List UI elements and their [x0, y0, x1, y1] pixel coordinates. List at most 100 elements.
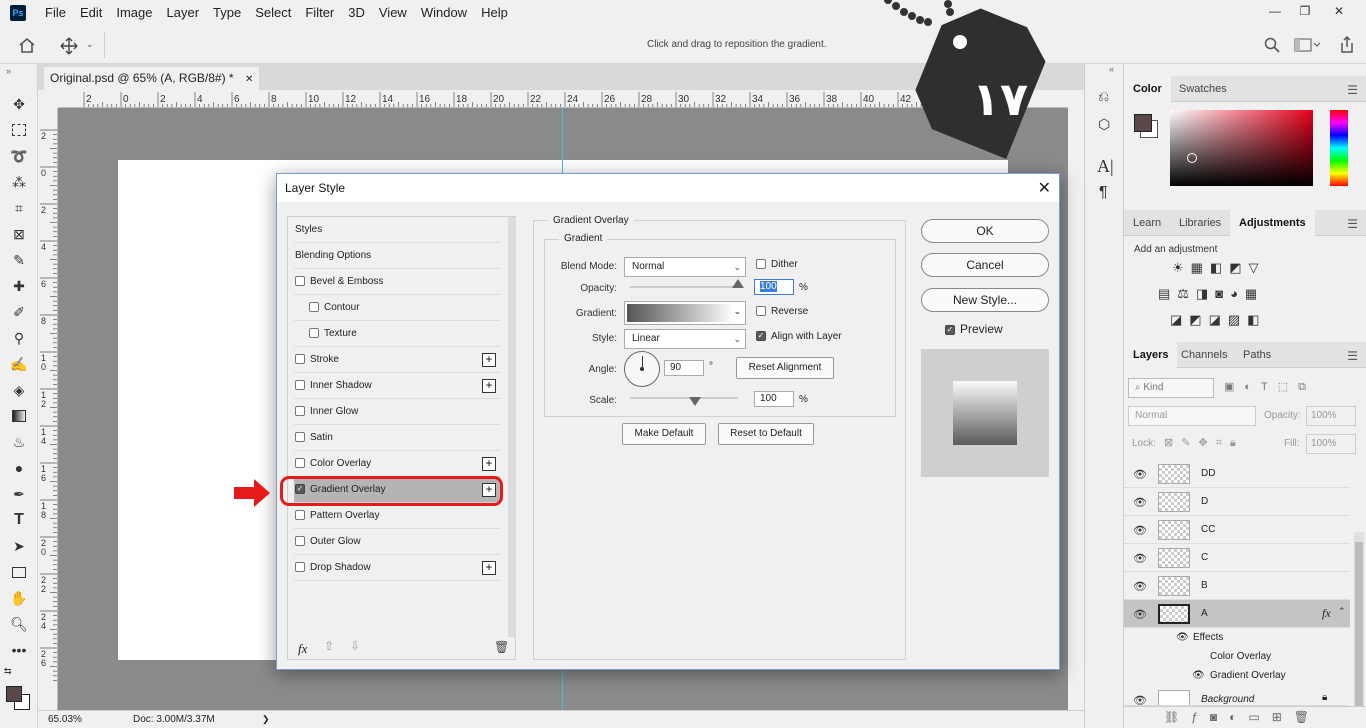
opacity-slider-thumb[interactable]: [732, 279, 744, 288]
menu-select[interactable]: Select: [248, 0, 298, 26]
scale-slider-thumb[interactable]: [689, 397, 701, 406]
ok-button[interactable]: OK: [921, 219, 1049, 243]
path-selection-tool-icon[interactable]: ➤: [9, 536, 29, 556]
dither-checkbox[interactable]: Dither: [756, 259, 798, 270]
eyedropper-tool-icon[interactable]: ✎: [9, 250, 29, 270]
color-picker-cursor[interactable]: [1187, 153, 1197, 163]
collapse-icon[interactable]: »: [6, 66, 11, 76]
rectangle-tool-icon[interactable]: [9, 562, 29, 582]
menu-filter[interactable]: Filter: [298, 0, 341, 26]
gradient-swatch[interactable]: [627, 304, 731, 322]
character-icon[interactable]: A|: [1097, 156, 1114, 177]
hand-tool-icon[interactable]: ✋: [9, 588, 29, 608]
style-item[interactable]: Outer Glow: [294, 529, 500, 555]
reset-to-default-button[interactable]: Reset to Default: [718, 423, 814, 445]
angle-dial[interactable]: [624, 351, 660, 387]
style-item[interactable]: Bevel & Emboss: [294, 269, 500, 295]
history-icon[interactable]: ⎌: [1098, 88, 1109, 105]
search-icon[interactable]: [1264, 37, 1280, 53]
menu-type[interactable]: Type: [206, 0, 248, 26]
adjustment-icons-row-1[interactable]: ☀▦◧◩▽: [1172, 260, 1266, 276]
menu-edit[interactable]: Edit: [73, 0, 109, 26]
layer-fill-input[interactable]: 100%: [1306, 434, 1356, 454]
layer-row[interactable]: 👁︎ CC: [1124, 516, 1350, 544]
eye-icon[interactable]: 👁︎: [1133, 496, 1147, 509]
minimize-button[interactable]: —: [1258, 0, 1292, 22]
history-brush-tool-icon[interactable]: ✍: [9, 354, 29, 374]
effect-row[interactable]: Color Overlay: [1124, 648, 1350, 668]
style-checkbox[interactable]: [309, 328, 319, 339]
workspace-icon[interactable]: [1294, 38, 1320, 52]
layers-footer-icons[interactable]: ⛓ƒ◙◐▭⊞🗑︎: [1124, 706, 1366, 728]
style-checkbox[interactable]: [295, 354, 305, 365]
layer-row[interactable]: 👁︎ C: [1124, 544, 1350, 572]
layer-kind-filter[interactable]: ⌕ Kind: [1128, 378, 1214, 398]
style-item[interactable]: Satin: [294, 425, 500, 451]
foreground-color-swatch[interactable]: [1134, 114, 1152, 132]
style-checkbox[interactable]: [295, 432, 305, 443]
menu-layer[interactable]: Layer: [160, 0, 207, 26]
eye-icon[interactable]: 👁︎: [1133, 694, 1147, 705]
style-checkbox[interactable]: [295, 510, 305, 521]
tab-adjustments[interactable]: Adjustments: [1230, 210, 1315, 236]
layer-row[interactable]: 👁︎ D: [1124, 488, 1350, 516]
swap-colors-icon[interactable]: ⇆: [4, 666, 12, 677]
gradient-picker[interactable]: ⌄: [624, 301, 746, 325]
trash-icon[interactable]: 🗑︎: [494, 640, 509, 654]
tab-swatches[interactable]: Swatches: [1170, 76, 1236, 102]
crop-tool-icon[interactable]: ⌗: [9, 198, 29, 218]
healing-brush-tool-icon[interactable]: ✚: [9, 276, 29, 296]
window-close-button[interactable]: ✕: [1322, 0, 1356, 22]
scale-input[interactable]: 100: [754, 391, 794, 407]
close-icon[interactable]: ✕: [245, 74, 253, 85]
eye-icon[interactable]: 👁︎: [1133, 608, 1147, 621]
panel-menu-icon[interactable]: ☰: [1347, 349, 1358, 363]
tab-color[interactable]: Color: [1124, 76, 1171, 102]
eye-icon[interactable]: 👁︎: [1133, 524, 1147, 537]
eye-icon[interactable]: 👁︎: [1133, 580, 1147, 593]
layer-row[interactable]: 👁︎ B: [1124, 572, 1350, 600]
move-down-icon[interactable]: ⇩: [350, 639, 360, 653]
eye-icon[interactable]: 👁︎: [1133, 468, 1147, 481]
style-item[interactable]: Pattern Overlay: [294, 503, 500, 529]
panel-menu-icon[interactable]: ☰: [1347, 217, 1358, 231]
style-item[interactable]: Inner Shadow +: [294, 373, 500, 399]
chevron-up-icon[interactable]: ⌃: [1338, 606, 1346, 617]
lock-icons[interactable]: ⊠✎✥⌗🔒︎: [1164, 436, 1244, 450]
eraser-tool-icon[interactable]: ◈: [9, 380, 29, 400]
panel-menu-icon[interactable]: ☰: [1347, 83, 1358, 97]
layer-row-selected[interactable]: 👁︎ Afx ⌃: [1124, 600, 1350, 628]
style-item[interactable]: Contour: [294, 295, 500, 321]
menu-view[interactable]: View: [372, 0, 414, 26]
style-item[interactable]: Color Overlay +: [294, 451, 500, 477]
opacity-slider[interactable]: [630, 286, 738, 288]
style-item[interactable]: Blending Options: [294, 243, 500, 269]
menu-file[interactable]: File: [38, 0, 73, 26]
tab-channels[interactable]: Channels: [1172, 342, 1236, 368]
reverse-checkbox[interactable]: Reverse: [756, 306, 808, 317]
marquee-tool-icon[interactable]: [9, 120, 29, 140]
effect-row[interactable]: 👁︎ Gradient Overlay: [1124, 666, 1350, 686]
move-tool-icon[interactable]: [60, 37, 78, 55]
clone-stamp-tool-icon[interactable]: ⚲: [9, 328, 29, 348]
photoshop-logo-icon[interactable]: Ps: [10, 5, 26, 21]
style-item[interactable]: Styles: [294, 217, 500, 243]
foreground-color-swatch[interactable]: [6, 686, 22, 702]
collapse-icon[interactable]: «: [1109, 64, 1114, 74]
style-checkbox[interactable]: [295, 562, 305, 573]
more-tools-icon[interactable]: •••: [9, 640, 29, 660]
color-picker-field[interactable]: [1170, 110, 1313, 186]
lasso-tool-icon[interactable]: ➰: [9, 146, 29, 166]
eye-icon[interactable]: 👁︎: [1133, 552, 1147, 565]
preview-checkbox[interactable]: ✓ Preview: [945, 322, 1003, 336]
layer-opacity-input[interactable]: 100%: [1306, 406, 1356, 426]
blend-mode-select[interactable]: Normal ⌄: [624, 257, 746, 277]
zoom-level[interactable]: 65.03%: [48, 714, 82, 725]
style-item[interactable]: Inner Glow: [294, 399, 500, 425]
tab-libraries[interactable]: Libraries: [1170, 210, 1230, 236]
fx-icon[interactable]: fx: [298, 641, 307, 657]
brush-tool-icon[interactable]: ✐: [9, 302, 29, 322]
home-icon[interactable]: [18, 37, 36, 53]
style-item[interactable]: Stroke +: [294, 347, 500, 373]
style-checkbox[interactable]: [309, 302, 319, 313]
